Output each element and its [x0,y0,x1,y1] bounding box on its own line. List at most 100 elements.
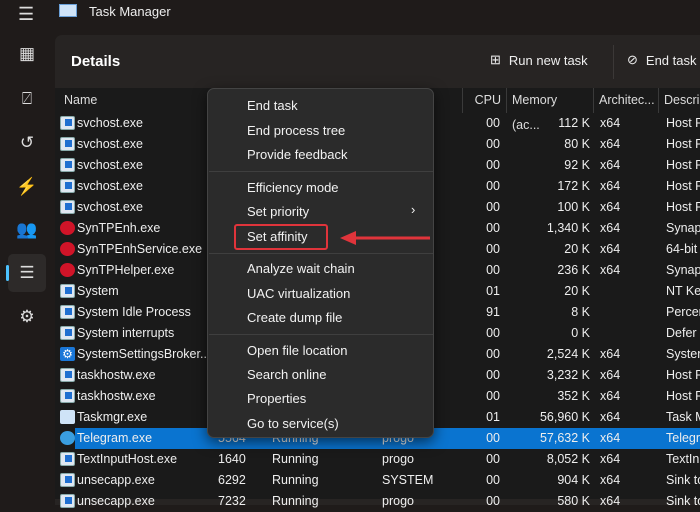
processes-icon[interactable]: ▦ [8,35,46,73]
cell-cpu: 01 [486,284,500,298]
column-header-memory[interactable]: Memory (ac... [507,88,594,113]
page-title: Details [71,53,120,70]
cell-memory: 8 K [571,305,590,319]
cell-name: svchost.exe [77,179,143,193]
cell-name: svchost.exe [77,200,143,214]
startup-apps-icon[interactable]: ⚡ [8,168,46,206]
annotation-arrow-icon [340,230,432,246]
performance-icon[interactable]: ⍁ [8,80,46,118]
app-window-icon [60,494,75,508]
menu-uac-virtualization[interactable]: UAC virtualization [247,286,350,301]
cell-cpu: 00 [486,452,500,466]
run-new-task-button[interactable]: ⊞Run new task [490,52,588,68]
synaptics-icon [60,263,75,277]
chevron-right-icon: › [411,202,415,217]
cell-description: NT Ke [666,284,700,298]
app-window-icon [60,137,75,151]
cell-description: Defer [666,326,697,340]
cell-name: unsecapp.exe [77,473,155,487]
cell-architecture: x64 [600,368,620,382]
app-window-icon [60,473,75,487]
cell-memory: 580 K [557,494,590,508]
menu-efficiency-mode[interactable]: Efficiency mode [247,180,339,195]
menu-properties[interactable]: Properties [247,391,306,406]
end-task-button[interactable]: ⊘End task [627,52,697,68]
cell-architecture: x64 [600,431,620,445]
cell-name: System [77,284,119,298]
synaptics-icon [60,221,75,235]
menu-provide-feedback[interactable]: Provide feedback [247,147,347,162]
menu-search-online[interactable]: Search online [247,367,327,382]
cell-description: Synap [666,263,700,277]
column-header-description[interactable]: Descri [659,88,700,113]
cell-cpu: 00 [486,221,500,235]
title-bar: ☰ Task Manager [0,0,700,30]
menu-set-priority[interactable]: Set priority [247,204,309,219]
column-header-architecture[interactable]: Architec... [594,88,659,113]
table-row[interactable]: unsecapp.exe6292RunningSYSTEM00904 Kx64S… [55,470,700,491]
cell-architecture: x64 [600,158,620,172]
column-header-cpu[interactable]: CPU [463,88,507,113]
cell-cpu: 00 [486,368,500,382]
table-row[interactable]: unsecapp.exe7232Runningprogo00580 Kx64Si… [55,491,700,512]
cell-cpu: 00 [486,389,500,403]
menu-analyze-wait-chain[interactable]: Analyze wait chain [247,261,355,276]
task-manager-logo-icon [59,4,77,17]
cell-description: Host P [666,179,700,193]
cell-memory: 92 K [564,158,590,172]
cell-cpu: 00 [486,326,500,340]
cell-user: SYSTEM [382,473,433,487]
cell-cpu: 01 [486,410,500,424]
cell-description: Host P [666,137,700,151]
table-row[interactable]: TextInputHost.exe1640Runningprogo008,052… [55,449,700,470]
cell-name: System Idle Process [77,305,191,319]
app-window-icon [60,326,75,340]
cell-architecture: x64 [600,347,620,361]
cell-architecture: x64 [600,137,620,151]
menu-end-process-tree[interactable]: End process tree [247,123,345,138]
cell-memory: 3,232 K [547,368,590,382]
cell-name: TextInputHost.exe [77,452,177,466]
cell-memory: 20 K [564,284,590,298]
menu-go-to-services[interactable]: Go to service(s) [247,416,339,431]
menu-end-task[interactable]: End task [247,98,298,113]
cell-description: Host P [666,116,700,130]
cell-name: SynTPEnh.exe [77,221,160,235]
cell-name: taskhostw.exe [77,389,156,403]
menu-separator [209,334,433,335]
cell-memory: 2,524 K [547,347,590,361]
cell-memory: 8,052 K [547,452,590,466]
cell-cpu: 00 [486,473,500,487]
cell-pid: 1640 [218,452,246,466]
app-window-icon [60,305,75,319]
app-history-icon[interactable]: ↺ [8,124,46,162]
app-title: Task Manager [89,4,171,19]
services-icon[interactable]: ⚙ [8,298,46,336]
synaptics-icon [60,242,75,256]
settings-gear-icon: ⚙ [60,347,75,361]
end-task-icon: ⊘ [627,52,638,68]
hamburger-menu-icon[interactable]: ☰ [18,4,34,25]
cell-cpu: 00 [486,158,500,172]
users-icon[interactable]: 👥 [8,211,46,249]
cell-cpu: 91 [486,305,500,319]
menu-open-file-location[interactable]: Open file location [247,343,347,358]
menu-create-dump-file[interactable]: Create dump file [247,310,342,325]
cell-description: 64-bit [666,242,697,256]
cell-architecture: x64 [600,473,620,487]
cell-architecture: x64 [600,263,620,277]
cell-memory: 112 K [558,116,590,130]
context-menu: End task End process tree Provide feedba… [207,88,434,438]
cell-architecture: x64 [600,116,620,130]
details-icon[interactable]: ☰ [8,254,46,292]
cell-architecture: x64 [600,242,620,256]
cell-memory: 236 K [557,263,590,277]
cell-name: unsecapp.exe [77,494,155,508]
app-window-icon [60,452,75,466]
cell-user: progo [382,494,414,508]
cell-description: Sink to [666,473,700,487]
cell-status: Running [272,473,319,487]
cell-description: Synap [666,221,700,235]
cell-description: Sink to [666,494,700,508]
app-window-icon [60,389,75,403]
